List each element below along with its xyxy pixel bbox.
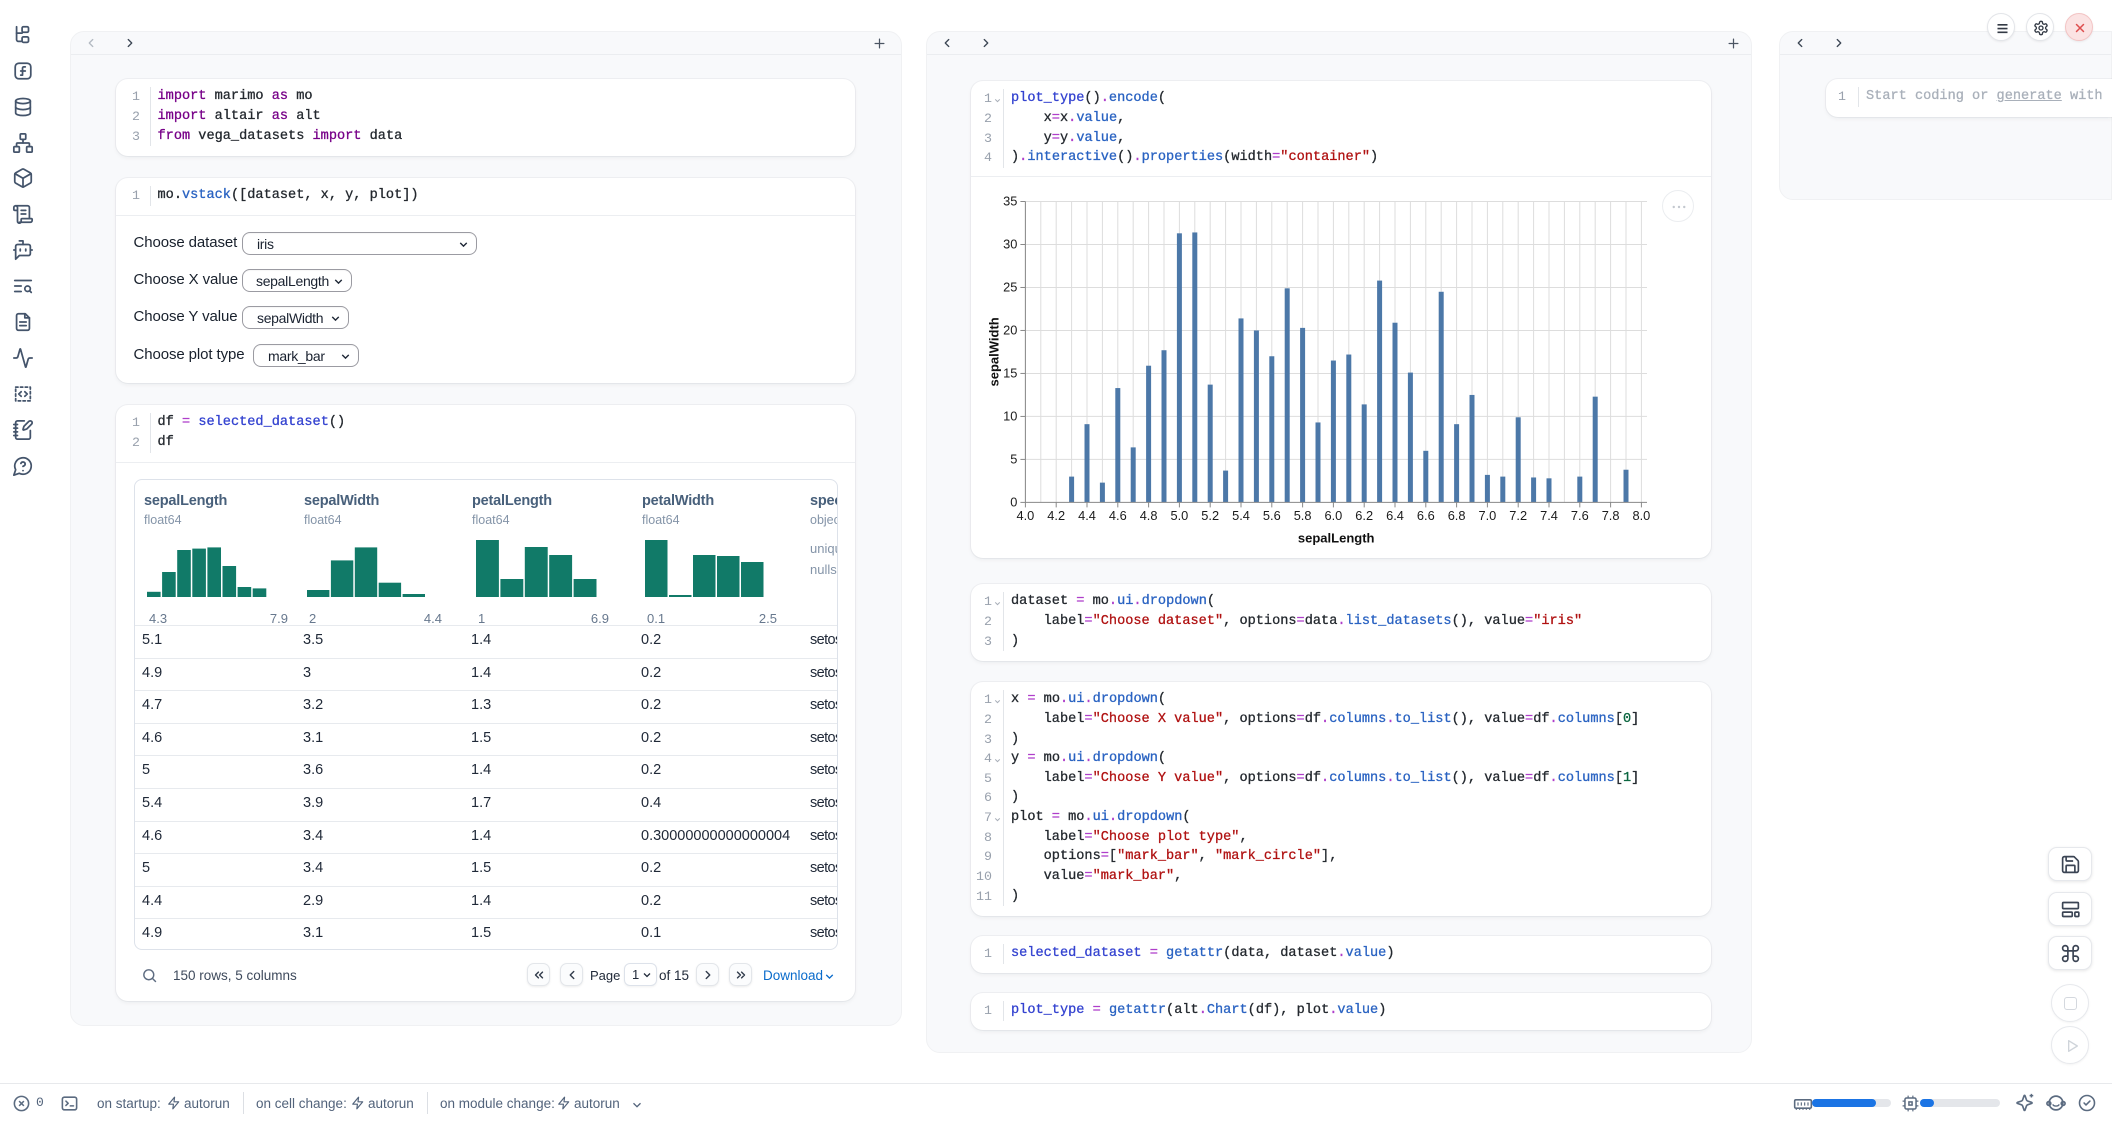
svg-text:4.4: 4.4 (1078, 508, 1096, 523)
svg-text:6.2: 6.2 (1355, 508, 1373, 523)
svg-text:7.2: 7.2 (1509, 508, 1527, 523)
svg-text:20: 20 (1003, 322, 1017, 337)
svg-text:5.8: 5.8 (1294, 508, 1312, 523)
svg-text:10: 10 (1003, 408, 1017, 423)
svg-text:35: 35 (1003, 194, 1017, 209)
svg-text:7.8: 7.8 (1602, 508, 1620, 523)
svg-text:6.4: 6.4 (1386, 508, 1404, 523)
svg-text:7.0: 7.0 (1479, 508, 1497, 523)
svg-text:4.0: 4.0 (1017, 508, 1035, 523)
svg-text:25: 25 (1003, 279, 1017, 294)
svg-text:5.4: 5.4 (1232, 508, 1250, 523)
svg-text:sepalWidth: sepalWidth (986, 317, 1001, 386)
svg-text:30: 30 (1003, 236, 1017, 251)
svg-text:5.0: 5.0 (1171, 508, 1189, 523)
svg-text:sepalLength: sepalLength (1298, 530, 1375, 545)
svg-text:8.0: 8.0 (1633, 508, 1651, 523)
svg-text:4.8: 4.8 (1140, 508, 1158, 523)
svg-text:6.6: 6.6 (1417, 508, 1435, 523)
svg-text:6.8: 6.8 (1448, 508, 1466, 523)
svg-text:5.6: 5.6 (1263, 508, 1281, 523)
svg-text:0: 0 (1010, 494, 1017, 509)
svg-text:7.4: 7.4 (1540, 508, 1558, 523)
svg-text:15: 15 (1003, 365, 1017, 380)
svg-text:6.0: 6.0 (1325, 508, 1343, 523)
svg-text:4.6: 4.6 (1109, 508, 1127, 523)
svg-text:4.2: 4.2 (1047, 508, 1065, 523)
svg-text:7.6: 7.6 (1571, 508, 1589, 523)
svg-text:5: 5 (1010, 451, 1017, 466)
svg-text:5.2: 5.2 (1201, 508, 1219, 523)
